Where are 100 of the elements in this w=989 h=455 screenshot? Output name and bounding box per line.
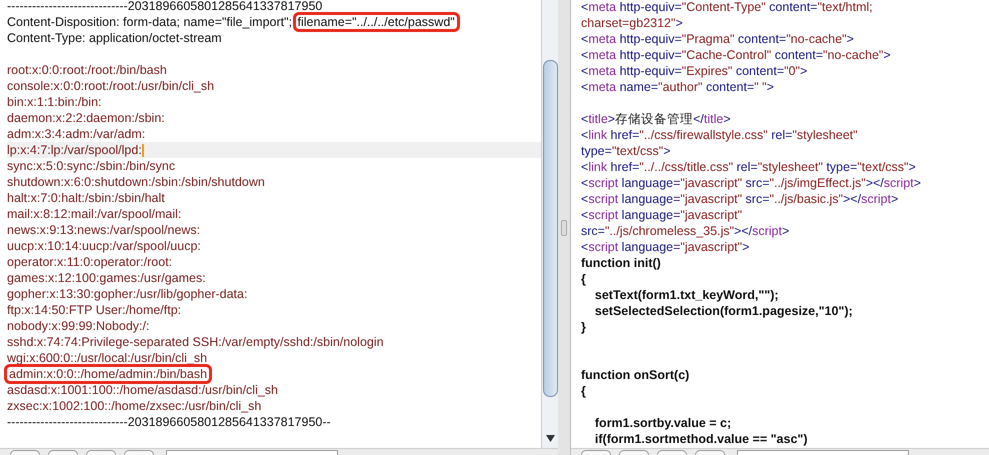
code-token: src= bbox=[744, 192, 770, 206]
code-text: shutdown:x:6:0:shutdown:/sbin:/sbin/shutdown bbox=[7, 175, 265, 189]
code-text: ftp:x:14:50:FTP User:/home/ftp: bbox=[7, 303, 182, 317]
code-text: operator:x:11:0:operator:/root: bbox=[7, 255, 172, 269]
code-token: script bbox=[588, 176, 618, 190]
code-token: "../../css/title.css" bbox=[639, 160, 734, 174]
code-token: { bbox=[581, 272, 586, 286]
code-token: title bbox=[704, 112, 724, 126]
code-token: " " bbox=[754, 80, 767, 94]
code-token: > bbox=[742, 240, 750, 254]
toolbar-button[interactable] bbox=[581, 450, 611, 455]
code-token: > bbox=[800, 64, 808, 78]
code-token: < bbox=[581, 112, 588, 126]
code-token: href= bbox=[610, 128, 640, 142]
code-text: lp:x:4:7:lp:/var/spool/lpd: bbox=[7, 143, 142, 157]
code-token: script bbox=[588, 240, 618, 254]
code-token: "Expires" bbox=[682, 64, 732, 78]
code-token: > bbox=[846, 32, 854, 46]
code-token: name= bbox=[618, 80, 658, 94]
code-token: "text/css" bbox=[857, 160, 908, 174]
scroll-thumb[interactable] bbox=[542, 60, 558, 397]
code-token: "javascript" bbox=[680, 208, 742, 222]
code-text: root:x:0:0:root:/root:/bin/bash bbox=[7, 63, 167, 77]
scroll-down-icon[interactable] bbox=[546, 435, 554, 442]
code-token: http-equiv= bbox=[618, 0, 682, 14]
toolbar-button[interactable] bbox=[657, 450, 687, 455]
toolbar-button[interactable] bbox=[619, 450, 649, 455]
code-token: function onSort(c) bbox=[581, 368, 690, 382]
code-token: > bbox=[890, 192, 898, 206]
code-token: content= bbox=[736, 32, 786, 46]
code-token: ></ bbox=[866, 176, 884, 190]
code-token: http-equiv= bbox=[618, 64, 682, 78]
code-token: meta bbox=[588, 80, 616, 94]
code-token: language= bbox=[620, 208, 680, 222]
code-token: "../css/firewallstyle.css" bbox=[639, 128, 768, 142]
code-token: { bbox=[581, 384, 586, 398]
code-text: nobody:x:99:99:Nobody:/: bbox=[7, 319, 150, 333]
code-token: < bbox=[581, 192, 588, 206]
code-token: < bbox=[581, 176, 588, 190]
code-text: console:x:0:0:root:/root:/usr/bin/cli_sh bbox=[7, 79, 214, 93]
code-text: Content-Disposition: form-data; name="file_import"; bbox=[7, 15, 294, 29]
code-token: "text/html; bbox=[817, 0, 873, 14]
code-text: adm:x:3:4:adm:/var/adm: bbox=[7, 127, 146, 141]
code-token: content= bbox=[734, 64, 784, 78]
code-token: > bbox=[782, 224, 790, 238]
code-text: gopher:x:13:30:gopher:/usr/lib/gopher-data: bbox=[7, 287, 248, 301]
code-token: < bbox=[581, 208, 588, 222]
toolbar-button[interactable] bbox=[695, 450, 725, 455]
code-token: < bbox=[581, 80, 588, 94]
search-field[interactable] bbox=[737, 450, 909, 455]
code-token: < bbox=[581, 240, 588, 254]
code-text: news:x:9:13:news:/var/spool/news: bbox=[7, 223, 200, 237]
code-token: ></ bbox=[734, 224, 752, 238]
code-token: charset=gb2312" bbox=[581, 16, 676, 30]
code-token: meta bbox=[588, 32, 616, 46]
code-token: > bbox=[914, 176, 921, 190]
grip-icon[interactable] bbox=[561, 220, 567, 236]
code-token: < bbox=[581, 0, 588, 14]
highlighted-text: filename="../../../etc/passwd" bbox=[296, 15, 457, 29]
code-token: < bbox=[581, 32, 588, 46]
code-token: > bbox=[608, 112, 616, 126]
code-token: language= bbox=[620, 176, 680, 190]
code-text: games:x:12:100:games:/usr/games: bbox=[7, 271, 206, 285]
code-token: form1.sortby.value = c; bbox=[594, 416, 732, 430]
toolbar-button[interactable] bbox=[124, 450, 154, 455]
code-text: uucp:x:10:14:uucp:/var/spool/uucp: bbox=[7, 239, 201, 253]
code-token: rel= bbox=[735, 160, 758, 174]
toolbar-button[interactable] bbox=[48, 450, 78, 455]
code-text: sshd:x:74:74:Privilege-separated SSH:/var/empty/sshd:/sbin/nologin bbox=[7, 335, 384, 349]
code-token: 存储设备管理 bbox=[615, 112, 694, 126]
code-token: "javascript" bbox=[680, 240, 742, 254]
code-token: "../js/chromeless_35.js" bbox=[604, 224, 734, 238]
code-token: title bbox=[588, 112, 608, 126]
code-token: setSelectedSelection(form1.pagesize,"10"); bbox=[594, 304, 853, 318]
code-text: halt:x:7:0:halt:/sbin:/sbin/halt bbox=[7, 191, 165, 205]
code-token: script bbox=[752, 224, 782, 238]
code-token: meta bbox=[588, 48, 616, 62]
toolbar-button[interactable] bbox=[86, 450, 116, 455]
code-token: language= bbox=[620, 240, 680, 254]
code-token: type= bbox=[825, 160, 858, 174]
code-token: meta bbox=[588, 0, 616, 14]
vertical-scrollbar[interactable] bbox=[541, 0, 558, 448]
code-token: "no-cache" bbox=[786, 32, 847, 46]
code-text: sync:x:5:0:sync:/sbin:/bin/sync bbox=[7, 159, 176, 173]
code-text: -----------------------------2031896605801285641337817950-- bbox=[7, 415, 331, 429]
code-token: < bbox=[581, 48, 588, 62]
code-text: -----------------------------2031896605801285641337817950 bbox=[7, 0, 322, 13]
code-token: "javascript" bbox=[680, 192, 742, 206]
code-token: function init() bbox=[581, 256, 661, 270]
code-token: http-equiv= bbox=[618, 32, 682, 46]
code-token: script bbox=[884, 176, 914, 190]
code-token: "no-cache" bbox=[823, 48, 884, 62]
highlighted-text: admin:x:0:0::/home/admin:/bin/bash bbox=[7, 367, 210, 381]
code-token: http-equiv= bbox=[618, 48, 682, 62]
code-token: src= bbox=[581, 224, 605, 238]
toolbar-button[interactable] bbox=[10, 450, 40, 455]
code-token: rel= bbox=[770, 128, 792, 142]
search-field[interactable] bbox=[166, 450, 338, 455]
code-token: type= bbox=[581, 144, 612, 158]
code-token: > bbox=[883, 48, 891, 62]
